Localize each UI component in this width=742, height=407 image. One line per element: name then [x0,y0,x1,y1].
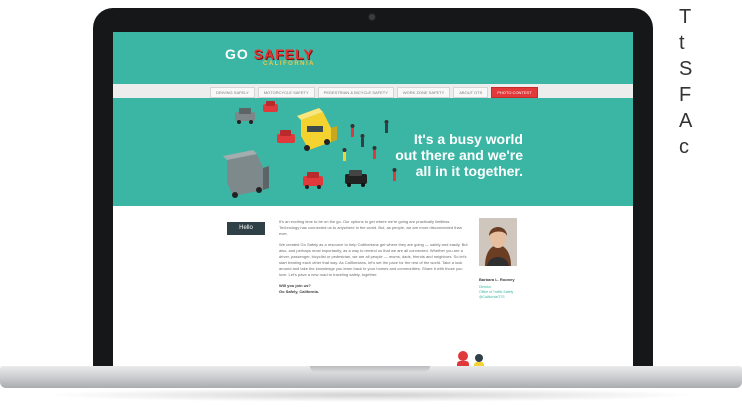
nav-items: DRIVING SAFELY MOTORCYCLE SAFETY PEDESTR… [210,87,538,98]
signoff: Will you join us? Go Safely, California. [279,283,469,295]
laptop-base [0,366,742,388]
logo-safely: SAFELY [253,46,314,62]
site-header: GO SAFELY CALIFORNIA [113,32,633,84]
side-text-line: S [679,58,693,80]
side-text-line: F [679,84,692,106]
logo-go: GO [225,46,249,62]
car-illustration [297,108,337,151]
content-area: Hello It's an exciting time to be on the… [113,206,633,376]
site-logo[interactable]: GO SAFELY CALIFORNIA [225,46,335,76]
profile-links: Director Office of Traffic Safety @Calif… [479,285,525,300]
profile-name: Barbara L. Rooney [479,277,515,282]
intro-paragraph-2: We created Go Safely as a resource to he… [279,242,468,277]
intro-text: It's an exciting time to be on the go. O… [279,219,469,300]
laptop-notch [310,366,430,372]
nav-item-driving-safely[interactable]: DRIVING SAFELY [210,87,255,98]
logo-subtitle: CALIFORNIA [263,61,315,67]
hero-tagline: It's a busy world out there and we're al… [343,131,523,179]
laptop-lid: GO SAFELY CALIFORNIA DRIVING SAFELY MOTO… [93,8,653,376]
hero-banner: It's a busy world out there and we're al… [113,98,633,206]
tagline-line-3: all in it together. [415,163,523,179]
nav-item-work-zone-safety[interactable]: WORK ZONE SAFETY [396,87,451,98]
profile-link[interactable]: @CaliforniaOTS [479,295,525,300]
side-text-line: c [679,136,689,158]
main-nav: DRIVING SAFELY MOTORCYCLE SAFETY PEDESTR… [113,84,633,99]
nav-item-photo-contest[interactable]: PHOTO CONTEST [491,87,538,98]
side-text: T t S F A c [679,4,692,160]
car-illustration [223,150,269,198]
car-illustration [235,108,255,124]
profile-card: Barbara L. Rooney Director Office of Tra… [479,218,525,300]
laptop-screen: GO SAFELY CALIFORNIA DRIVING SAFELY MOTO… [113,32,633,376]
laptop-shadow [40,388,702,402]
logo-wordmark: GO SAFELY [225,46,314,62]
hello-badge: Hello [227,222,265,235]
side-text-line: t [679,32,685,54]
tagline-line-2: out there and we're [395,147,523,163]
car-illustration [303,172,323,189]
tagline-line-1: It's a busy world [413,131,523,147]
side-text-line: A [679,110,693,132]
side-text-line: T [679,6,692,28]
nav-item-pedestrian-bicycle-safety[interactable]: PEDESTRIAN & BICYCLE SAFETY [317,87,394,98]
car-illustration [277,130,295,143]
nav-item-about-ots[interactable]: ABOUT OTS [453,87,489,98]
nav-item-motorcycle-safety[interactable]: MOTORCYCLE SAFETY [257,87,315,98]
signoff-line-1: Will you join us? [279,283,311,288]
signoff-line-2: Go Safely, California. [279,289,319,294]
profile-portrait [479,218,517,266]
car-illustration [263,101,278,112]
camera-icon [369,14,375,20]
intro-paragraph-1: It's an exciting time to be on the go. O… [279,219,463,236]
